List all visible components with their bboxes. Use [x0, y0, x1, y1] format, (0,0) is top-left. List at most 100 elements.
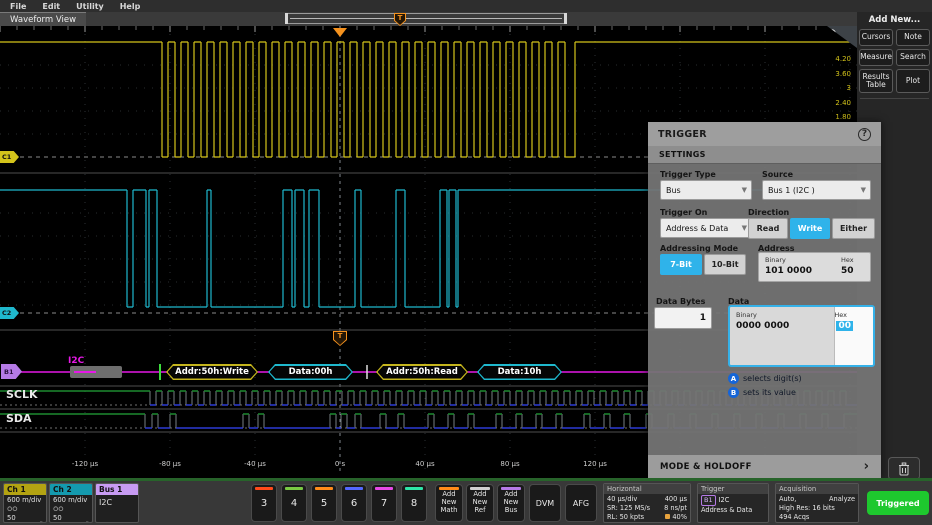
trash-icon [898, 462, 910, 476]
compress-icon [665, 514, 670, 519]
settings-tab[interactable]: SETTINGS [648, 146, 881, 164]
time-label: 120 µs [583, 460, 607, 468]
address-value-box[interactable]: Binary 101 0000 Hex 50 [758, 252, 871, 282]
trigger-panel-header[interactable]: TRIGGER ? [648, 122, 881, 146]
sda-label: SDA [6, 412, 32, 425]
triggered-status-badge: Triggered [867, 491, 929, 515]
decode-bubble-data-10: Data:10h [477, 364, 562, 380]
address-hex-value: 50 [841, 266, 854, 276]
direction-read-button[interactable]: Read [748, 218, 788, 239]
ch3-button[interactable]: 3 [251, 484, 277, 522]
cursors-button[interactable]: Cursors [859, 29, 893, 46]
time-label: 40 µs [415, 460, 434, 468]
knob-b-icon: B [728, 387, 739, 398]
ch6-button[interactable]: 6 [341, 484, 367, 522]
trigger-type-dropdown[interactable]: Bus▼ [660, 180, 752, 200]
probe-icon [53, 506, 64, 511]
source-dropdown[interactable]: Bus 1 (I2C )▼ [762, 180, 871, 200]
add-new-bus-button[interactable]: Add New Bus [497, 484, 525, 522]
sidebar-title: Add New... [857, 15, 932, 25]
ch1-bandwidth: 50 MHz [7, 514, 32, 523]
delete-button[interactable] [888, 457, 920, 480]
bandwidth-icon [81, 521, 89, 523]
data-binary-value: 0000 0000 [736, 321, 789, 331]
ch1-badge[interactable]: Ch 1 600 m/div 50 MHz [3, 483, 47, 523]
trigger-position-icon[interactable]: T [394, 13, 406, 26]
bus1-badge[interactable]: Bus 1 I2C [95, 483, 139, 523]
data-hex-value: 00 [836, 321, 853, 331]
ch8-button[interactable]: 8 [401, 484, 427, 522]
menu-help[interactable]: Help [120, 2, 141, 11]
data-bytes-input[interactable]: 1 [654, 307, 712, 329]
time-label: 80 µs [500, 460, 519, 468]
ch4-button[interactable]: 4 [281, 484, 307, 522]
measure-button[interactable]: Measure [859, 49, 893, 66]
ch2-badge[interactable]: Ch 2 600 m/div 50 MHz [49, 483, 93, 523]
menu-bar: File Edit Utility Help [0, 0, 932, 12]
add-new-ref-button[interactable]: Add New Ref [466, 484, 494, 522]
scale-label: 2.40 [811, 99, 851, 107]
ch2-bandwidth: 50 MHz [53, 514, 78, 523]
scale-label: 1.80 [811, 113, 851, 121]
overview-record-line [290, 18, 562, 19]
source-label: Source [762, 170, 793, 179]
time-label: 0 s [335, 460, 345, 468]
direction-write-button[interactable]: Write [790, 218, 830, 239]
search-button[interactable]: Search [896, 49, 930, 66]
tab-bar: Waveform View T [0, 12, 857, 26]
decode-bubble-addr-read: Addr:50h:Read [376, 364, 468, 380]
data-value-box[interactable]: Binary 0000 0000 Hex 00 [728, 305, 875, 367]
help-icon[interactable]: ? [858, 128, 871, 141]
trigger-summary-panel[interactable]: Trigger B1I2C Address & Data [697, 483, 769, 523]
time-label: -80 µs [159, 460, 181, 468]
knob-a-icon: A [728, 373, 739, 384]
tab-waveform-view[interactable]: Waveform View [0, 12, 86, 26]
add-new-math-button[interactable]: Add New Math [435, 484, 463, 522]
addressing-10bit-button[interactable]: 10-Bit [704, 254, 746, 275]
menu-utility[interactable]: Utility [76, 2, 104, 11]
bus-name-label: I2C [68, 356, 84, 366]
direction-label: Direction [748, 208, 789, 217]
ch1-scale: 600 m/div [7, 496, 43, 505]
trigger-settings-panel: TRIGGER ? SETTINGS Trigger Type Source B… [648, 122, 881, 478]
direction-either-button[interactable]: Either [832, 218, 875, 239]
time-label: -120 µs [72, 460, 98, 468]
horizontal-overview-bar[interactable]: T [285, 13, 567, 24]
ch7-button[interactable]: 7 [371, 484, 397, 522]
addressing-7bit-button[interactable]: 7-Bit [660, 254, 702, 275]
ch5-button[interactable]: 5 [311, 484, 337, 522]
address-binary-value: 101 0000 [765, 266, 812, 276]
chevron-down-icon: ▼ [742, 224, 747, 232]
bus1-type: I2C [99, 498, 135, 509]
menu-file[interactable]: File [10, 2, 26, 11]
addressing-mode-label: Addressing Mode [660, 244, 738, 253]
ch2-scale: 600 m/div [53, 496, 89, 505]
bus-handle[interactable] [70, 366, 122, 378]
trigger-panel-title: TRIGGER [658, 129, 707, 140]
chevron-down-icon: ▼ [861, 186, 866, 194]
note-button[interactable]: Note [896, 29, 930, 46]
chevron-down-icon: ▼ [742, 186, 747, 194]
horizontal-panel[interactable]: Horizontal 40 µs/div400 µs SR: 125 MS/s8… [603, 483, 691, 523]
trigger-on-dropdown[interactable]: Address & Data▼ [660, 218, 752, 238]
b1-chip: B1 [701, 495, 716, 506]
time-label: -40 µs [244, 460, 266, 468]
trigger-type-label: Trigger Type [660, 170, 716, 179]
mode-holdoff-expander[interactable]: MODE & HOLDOFF › [648, 455, 881, 478]
oscilloscope-app: File Edit Utility Help Waveform View T 4… [0, 0, 932, 525]
acquisition-panel[interactable]: Acquisition Auto,Analyze High Res: 16 bi… [775, 483, 859, 523]
sclk-label: SCLK [6, 388, 38, 401]
afg-button[interactable]: AFG [565, 484, 597, 522]
results-table-button[interactable]: Results Table [859, 69, 893, 93]
bandwidth-icon [35, 521, 43, 523]
trigger-on-label: Trigger On [660, 208, 707, 217]
knob-a-hint: A selects digit(s) [728, 373, 802, 384]
scale-label: 4.20 [811, 55, 851, 63]
chevron-right-icon: › [864, 462, 869, 472]
scale-label: 3.60 [811, 70, 851, 78]
data-bytes-label: Data Bytes [656, 297, 705, 306]
menu-edit[interactable]: Edit [42, 2, 60, 11]
plot-button[interactable]: Plot [896, 69, 930, 93]
dvm-button[interactable]: DVM [529, 484, 561, 522]
knob-b-hint: B sets its value [728, 387, 796, 398]
